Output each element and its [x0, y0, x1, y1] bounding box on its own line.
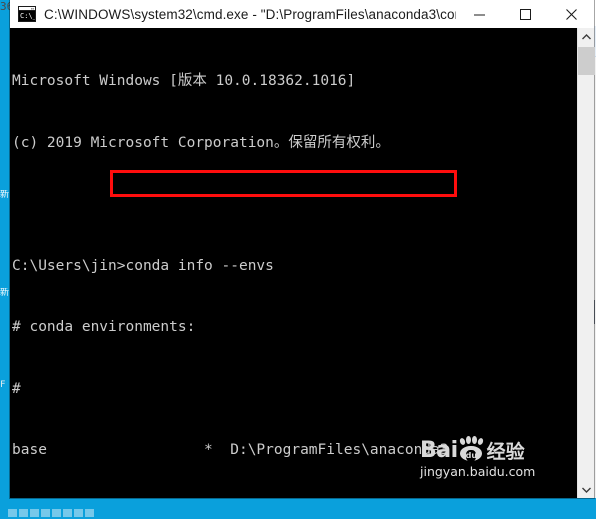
maximize-button[interactable]	[502, 0, 548, 28]
scroll-up-icon[interactable]	[578, 28, 595, 45]
window-titlebar[interactable]: ▪▪ C:\_ C:\WINDOWS\system32\cmd.exe - "D…	[10, 0, 594, 28]
minimize-button[interactable]	[456, 0, 502, 28]
close-button[interactable]	[548, 0, 594, 28]
taskbar-item[interactable]	[63, 509, 72, 517]
scrollbar-thumb[interactable]	[578, 47, 595, 75]
console-output-area[interactable]: Microsoft Windows [版本 10.0.18362.1016] (…	[10, 28, 594, 498]
console-line: (c) 2019 Microsoft Corporation。保留所有权利。	[12, 134, 390, 151]
taskbar-item[interactable]	[30, 509, 39, 517]
taskbar-items[interactable]	[8, 509, 94, 518]
cmd-icon-prompt: C:\_	[19, 11, 35, 21]
cmd-window[interactable]: ▪▪ C:\_ C:\WINDOWS\system32\cmd.exe - "D…	[10, 0, 595, 498]
console-line: #	[12, 380, 21, 397]
window-title: C:\WINDOWS\system32\cmd.exe - "D:\Progra…	[44, 6, 456, 22]
console-line: # conda environments:	[12, 319, 196, 335]
desktop-left-strip	[0, 0, 10, 519]
console-scrollbar[interactable]	[577, 28, 595, 498]
taskbar-item[interactable]	[52, 509, 61, 517]
taskbar-item[interactable]	[41, 509, 50, 517]
console-line: C:\Users\jin>conda info --envs	[12, 257, 274, 274]
console-text: Microsoft Windows [版本 10.0.18362.1016] (…	[12, 30, 572, 498]
desktop-icon-label-2: 新	[0, 288, 10, 298]
taskbar-item[interactable]	[85, 509, 94, 517]
taskbar-item[interactable]	[8, 509, 17, 517]
scroll-down-icon[interactable]	[578, 481, 595, 498]
taskbar-item[interactable]	[74, 509, 83, 517]
console-line: base * D:\ProgramFiles\anaconda3	[12, 442, 449, 458]
cmd-app-icon: ▪▪ C:\_	[18, 6, 36, 22]
desktop-icon-label-3: F	[0, 380, 6, 390]
desktop-icon-label-1: 新	[0, 190, 10, 200]
console-line: Microsoft Windows [版本 10.0.18362.1016]	[12, 73, 356, 89]
taskbar-item[interactable]	[19, 509, 28, 517]
